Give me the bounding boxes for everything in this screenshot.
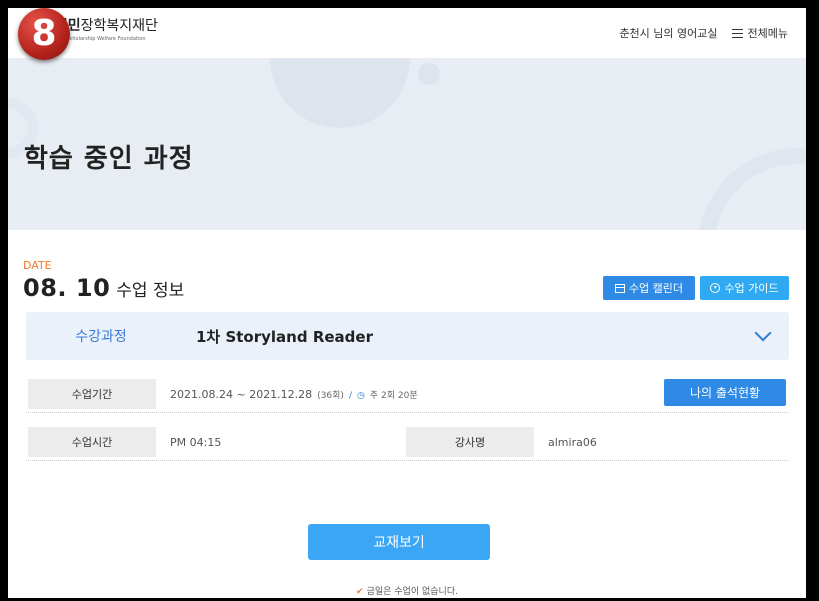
- full-menu-button[interactable]: 전체메뉴: [731, 25, 788, 41]
- course-selected-value: 1차 Storyland Reader: [196, 327, 373, 346]
- notice-text: 금일은 수업이 없습니다.: [366, 587, 458, 597]
- period-sessions: (36회): [317, 390, 344, 401]
- course-selector-row: 수강과정 1차 Storyland Reader: [26, 312, 789, 360]
- top-header: 천시민장학복지재단 n Citizen Scholarship Welfare …: [8, 8, 806, 58]
- lesson-guide-button[interactable]: ▾ 수업 가이드: [700, 276, 789, 300]
- top-right-nav: 춘천시 님의 영어교실 전체메뉴: [619, 25, 788, 41]
- chevron-circle-icon: ▾: [710, 283, 721, 293]
- period-weekly: 주 2회 20분: [369, 390, 418, 401]
- my-attendance-button[interactable]: 나의 출석현황: [664, 379, 786, 406]
- clock-icon: ◷: [357, 390, 365, 401]
- teacher-label: 강사명: [406, 427, 534, 457]
- full-menu-label: 전체메뉴: [747, 27, 788, 40]
- page-title: 학습 중인 과정: [24, 144, 194, 174]
- view-textbook-button[interactable]: 교재보기: [308, 524, 490, 560]
- hamburger-icon: [731, 28, 743, 38]
- user-class-link[interactable]: 춘천시 님의 영어교실: [619, 25, 717, 41]
- decor-circle: [418, 63, 440, 85]
- course-label: 수강과정: [75, 329, 127, 345]
- decor-circle: [270, 58, 410, 128]
- chevron-down-icon: [754, 324, 772, 342]
- period-value: 2021.08.24 ~ 2021.12.28: [170, 387, 313, 401]
- period-row: 수업기간 2021.08.24 ~ 2021.12.28 (36회) / ◷ 주…: [26, 376, 789, 413]
- course-dropdown[interactable]: 1차 Storyland Reader: [176, 318, 789, 354]
- calendar-icon: [614, 283, 625, 293]
- date-suffix: 수업 정보: [116, 281, 185, 301]
- app-window: 천시민장학복지재단 n Citizen Scholarship Welfare …: [8, 8, 806, 598]
- check-icon: ✔: [356, 587, 364, 597]
- date-label: DATE: [23, 259, 52, 272]
- lesson-guide-label: 수업 가이드: [724, 282, 779, 295]
- lesson-calendar-label: 수업 캘린더: [628, 282, 684, 295]
- step-number-badge: 8: [18, 8, 70, 60]
- date-heading: 08. 10 수업 정보: [23, 274, 184, 302]
- time-value: PM 04:15: [170, 435, 222, 449]
- date-value: 08. 10: [23, 274, 111, 302]
- period-separator: /: [348, 390, 352, 401]
- logo-suffix: 장학복지재단: [80, 18, 158, 34]
- period-value-group: 2021.08.24 ~ 2021.12.28 (36회) / ◷ 주 2회 2…: [170, 388, 418, 401]
- teacher-value: almira06: [548, 436, 597, 449]
- no-class-notice: ✔ 금일은 수업이 없습니다.: [8, 584, 806, 597]
- time-label: 수업시간: [28, 427, 156, 457]
- hero-banner: 학습 중인 과정: [8, 58, 806, 230]
- decor-ring: [698, 148, 806, 230]
- lesson-calendar-button[interactable]: 수업 캘린더: [603, 276, 695, 300]
- time-teacher-row: 수업시간 PM 04:15 강사명 almira06: [26, 424, 789, 461]
- period-label: 수업기간: [28, 379, 156, 409]
